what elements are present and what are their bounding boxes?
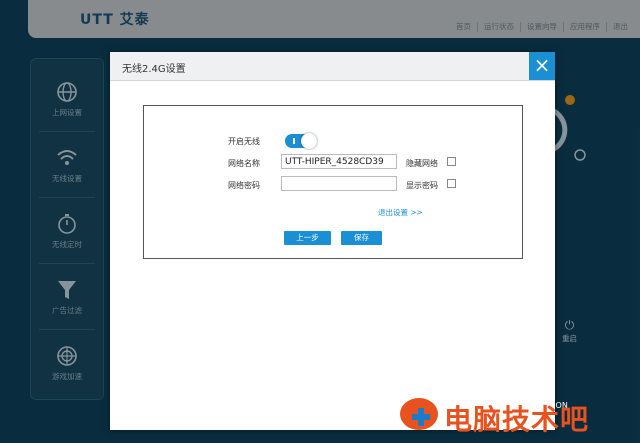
toggle-on-indicator bbox=[293, 138, 295, 144]
show-password-checkbox[interactable] bbox=[447, 179, 456, 188]
watermark: 电脑技术吧 bbox=[398, 394, 640, 443]
dialog-title: 无线2.4G设置 bbox=[122, 64, 186, 75]
show-password-label: 显示密码 bbox=[406, 181, 438, 190]
hide-network-checkbox[interactable] bbox=[447, 157, 456, 166]
save-button[interactable]: 保存 bbox=[341, 231, 382, 245]
close-button[interactable]: × bbox=[529, 52, 555, 80]
password-input[interactable] bbox=[281, 176, 397, 191]
dialog-header: 无线2.4G设置 × bbox=[110, 52, 555, 81]
hide-network-label: 隐藏网络 bbox=[406, 159, 438, 168]
wireless-toggle[interactable] bbox=[285, 133, 317, 149]
toggle-knob bbox=[301, 133, 317, 149]
watermark-text: 电脑技术吧 bbox=[444, 403, 590, 436]
close-icon: × bbox=[533, 53, 551, 77]
settings-panel: 开启无线 网络名称 UTT-HIPER_4528CD39 隐藏网络 网络密码 显… bbox=[143, 105, 523, 259]
exit-settings-link[interactable]: 退出设置 >> bbox=[378, 207, 423, 218]
ssid-input[interactable]: UTT-HIPER_4528CD39 bbox=[281, 154, 397, 169]
wireless-label: 开启无线 bbox=[228, 137, 260, 146]
previous-button[interactable]: 上一步 bbox=[284, 231, 331, 245]
wireless-settings-dialog: 无线2.4G设置 × 开启无线 网络名称 UTT-HIPER_4528CD39 … bbox=[110, 52, 555, 430]
password-label: 网络密码 bbox=[228, 181, 260, 190]
medical-cross-icon bbox=[400, 398, 438, 430]
ssid-label: 网络名称 bbox=[228, 159, 260, 168]
cross-shape bbox=[412, 408, 430, 426]
